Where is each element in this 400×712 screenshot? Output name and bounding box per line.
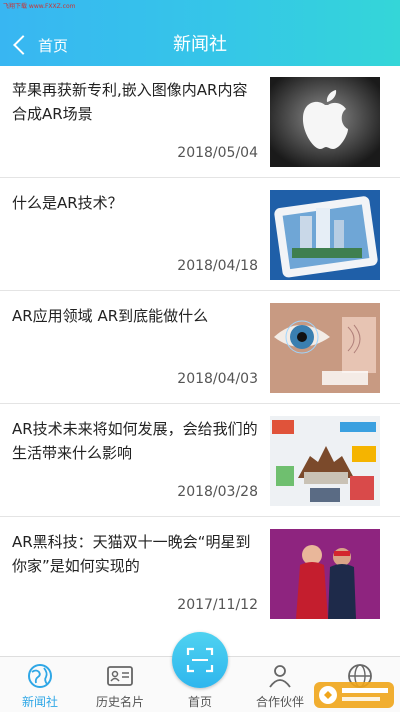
- news-date: 2018/04/03: [177, 371, 258, 387]
- news-item[interactable]: 苹果再获新专利,嵌入图像内AR内容合成AR场景 2018/05/04: [0, 66, 400, 178]
- news-date: 2017/11/12: [177, 597, 258, 613]
- news-thumbnail-ar-tablet: [270, 190, 380, 280]
- news-date: 2018/05/04: [177, 145, 258, 161]
- page-title: 新闻社: [173, 34, 227, 55]
- scan-icon: [186, 647, 214, 673]
- news-title: 什么是AR技术？: [12, 194, 123, 212]
- brand-logo: [312, 680, 396, 710]
- news-title: AR黑科技：天猫双十一晚会“明星到你家”是如何实现的: [12, 533, 251, 575]
- news-title: 苹果再获新专利,嵌入图像内AR内容合成AR场景: [12, 81, 248, 123]
- tab-history-cards[interactable]: 历史名片: [80, 657, 160, 712]
- news-title: AR技术未来将如何发展，会给我们的生活带来什么影响: [12, 420, 258, 462]
- tab-label: 首页: [187, 695, 212, 709]
- globe-icon: [26, 663, 54, 689]
- scan-button[interactable]: [172, 632, 228, 688]
- tab-news[interactable]: 新闻社: [0, 657, 80, 712]
- tab-label: 新闻社: [21, 695, 58, 709]
- news-thumbnail-ar-infographic: [270, 416, 380, 506]
- tab-label: 历史名片: [95, 695, 144, 709]
- tab-partners[interactable]: 合作伙伴: [240, 657, 320, 712]
- person-icon: [266, 663, 294, 689]
- news-list: 苹果再获新专利,嵌入图像内AR内容合成AR场景 2018/05/04 什么是AR…: [0, 66, 400, 656]
- news-date: 2018/03/28: [177, 484, 258, 500]
- news-thumbnail-eye-scan: [270, 303, 380, 393]
- news-thumbnail-stage-photo: [270, 529, 380, 619]
- id-card-icon: [106, 663, 134, 689]
- tab-label: 合作伙伴: [255, 695, 304, 709]
- watermark: 飞翔下载 www.FXXZ.com: [3, 3, 76, 10]
- news-date: 2018/04/18: [177, 258, 258, 274]
- news-item[interactable]: AR技术未来将如何发展，会给我们的生活带来什么影响 2018/03/28: [0, 405, 400, 517]
- news-title: AR应用领域 AR到底能做什么: [12, 307, 209, 325]
- news-item[interactable]: AR黑科技：天猫双十一晚会“明星到你家”是如何实现的 2017/11/12: [0, 518, 400, 630]
- news-item[interactable]: AR应用领域 AR到底能做什么 2018/04/03: [0, 292, 400, 404]
- news-thumbnail-apple-logo: [270, 77, 380, 167]
- news-item[interactable]: 什么是AR技术？ 2018/04/18: [0, 179, 400, 291]
